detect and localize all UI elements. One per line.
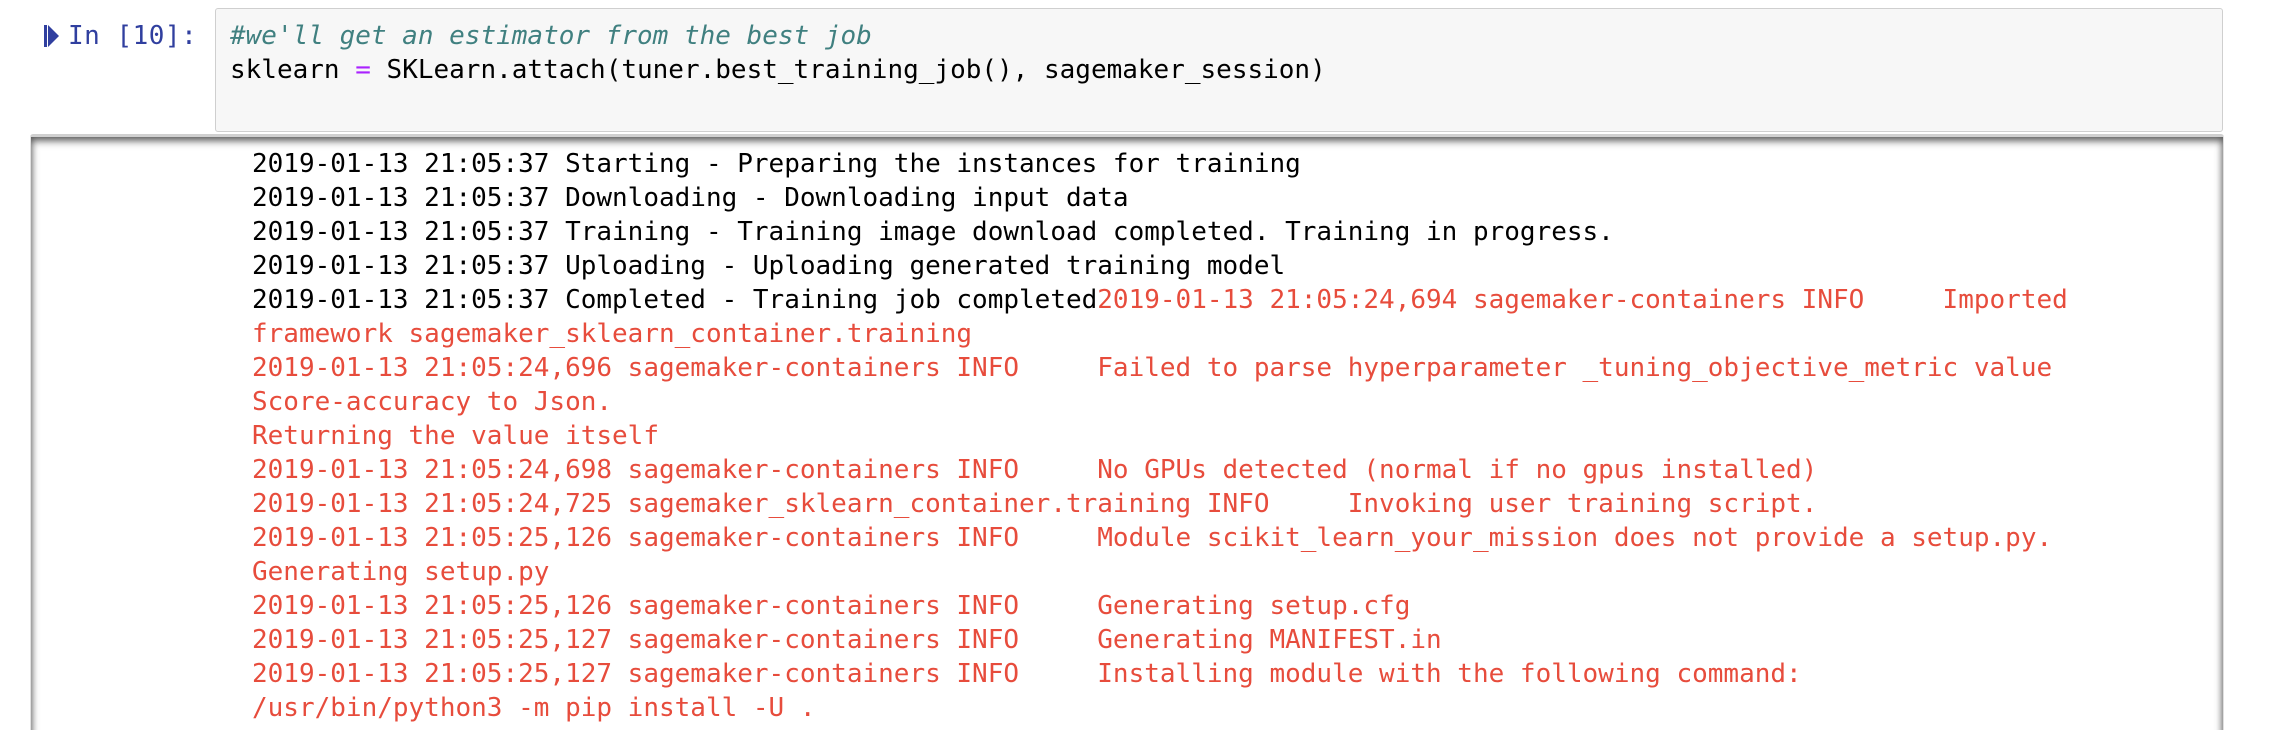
step-forward-icon[interactable] — [40, 23, 62, 49]
cell-prompt: In [10]: — [40, 18, 197, 54]
code-lhs: sklearn — [230, 55, 356, 85]
cell-output-area[interactable]: 2019-01-13 21:05:37 Starting - Preparing… — [30, 134, 2224, 730]
stderr-line: Generating setup.py — [252, 557, 550, 587]
stderr-line: Score-accuracy to Json. — [252, 387, 613, 417]
stderr-line: framework sagemaker_sklearn_container.tr… — [252, 319, 973, 349]
stderr-line: 2019-01-13 21:05:25,127 sagemaker-contai… — [252, 659, 1802, 689]
stdout-line: 2019-01-13 21:05:37 Training - Training … — [252, 217, 1614, 247]
stdout-line: 2019-01-13 21:05:37 Completed - Training… — [252, 285, 1098, 315]
execution-count-label: In [10]: — [68, 21, 198, 51]
code-statement-line: sklearn = SKLearn.attach(tuner.best_trai… — [230, 53, 2208, 87]
assignment-operator: = — [355, 55, 371, 85]
stderr-line: 2019-01-13 21:05:24,698 sagemaker-contai… — [252, 455, 1818, 485]
stderr-line: Returning the value itself — [252, 421, 659, 451]
stdout-line: 2019-01-13 21:05:37 Downloading - Downlo… — [252, 183, 1129, 213]
stderr-line: 2019-01-13 21:05:24,725 sagemaker_sklear… — [252, 489, 1818, 519]
stderr-line: 2019-01-13 21:05:25,127 sagemaker-contai… — [252, 625, 1442, 655]
code-rhs: SKLearn.attach(tuner.best_training_job()… — [370, 55, 1326, 85]
stderr-line: 2019-01-13 21:05:25,126 sagemaker-contai… — [252, 591, 1411, 621]
stderr-line: /usr/bin/python3 -m pip install -U . — [252, 693, 816, 723]
stderr-line: 2019-01-13 21:05:24,696 sagemaker-contai… — [252, 353, 2053, 383]
stdout-line: 2019-01-13 21:05:37 Starting - Preparing… — [252, 149, 1301, 179]
mixed-output-line: 2019-01-13 21:05:37 Completed - Training… — [252, 283, 2213, 317]
output-text: 2019-01-13 21:05:37 Starting - Preparing… — [252, 147, 2213, 725]
code-cell-editor[interactable]: #we'll get an estimator from the best jo… — [215, 8, 2223, 132]
stderr-line: 2019-01-13 21:05:24,694 sagemaker-contai… — [1097, 285, 2068, 315]
code-comment-line: #we'll get an estimator from the best jo… — [230, 21, 872, 51]
stdout-line: 2019-01-13 21:05:37 Uploading - Uploadin… — [252, 251, 1286, 281]
stderr-line: 2019-01-13 21:05:25,126 sagemaker-contai… — [252, 523, 2053, 553]
